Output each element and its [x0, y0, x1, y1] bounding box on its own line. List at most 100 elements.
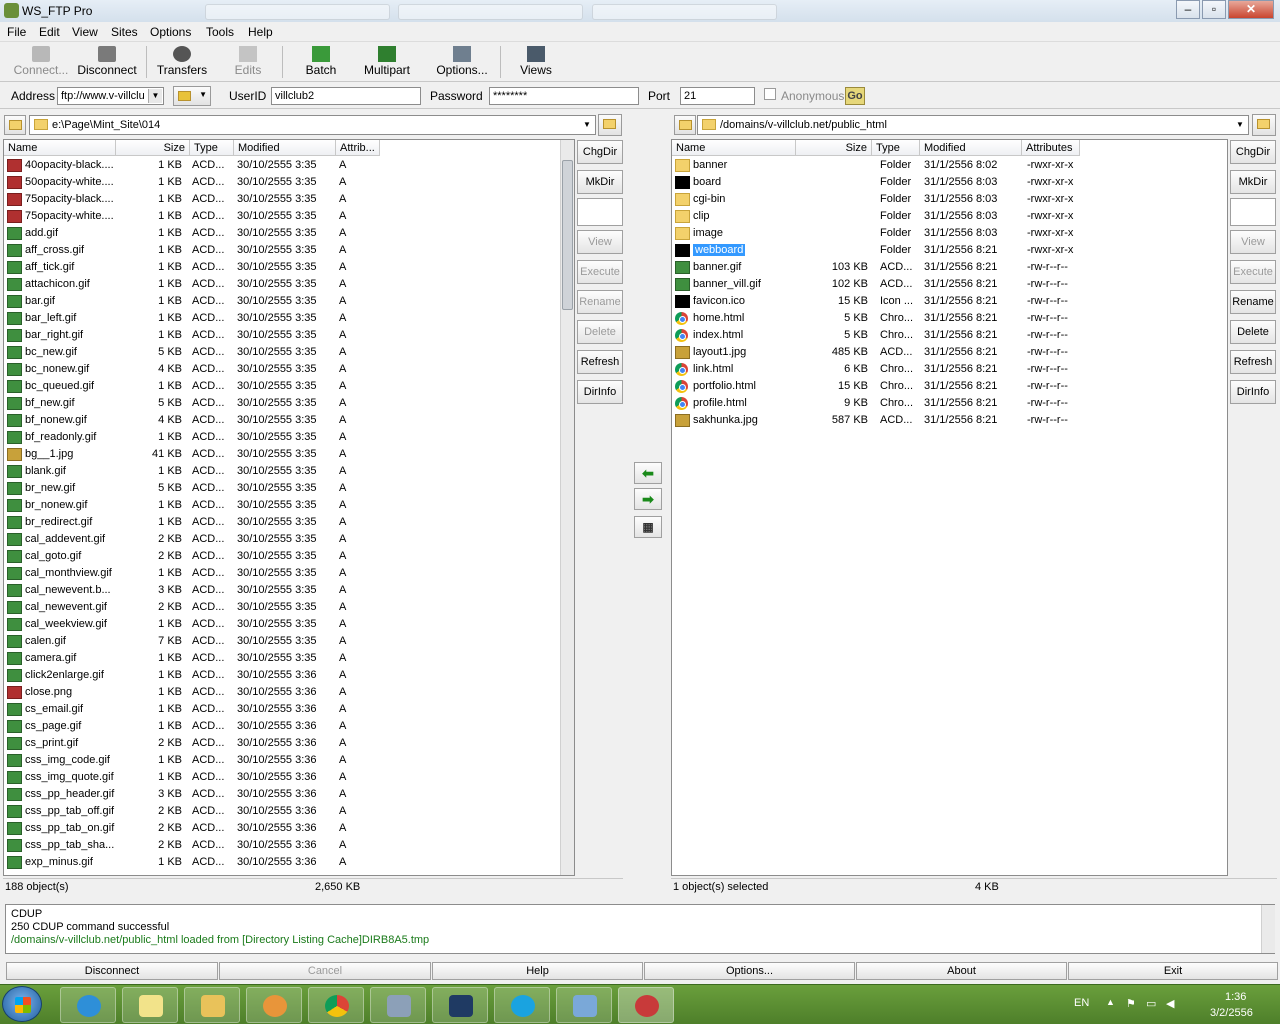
table-row[interactable]: cs_page.gif 1 KB ACD... 30/10/2555 3:36 A [4, 718, 559, 735]
tray-expand-icon[interactable]: ▲ [1106, 997, 1115, 1007]
local-chgdir-button[interactable]: ChgDir [577, 140, 623, 164]
menu-options[interactable]: Options [150, 25, 191, 39]
remote-up-folder-button[interactable] [674, 115, 696, 135]
disconnect-bottom-button[interactable]: Disconnect [6, 962, 218, 980]
table-row[interactable]: image Folder 31/1/2556 8:03 -rwxr-xr-x [672, 225, 1227, 242]
local-mkdir-button[interactable]: MkDir [577, 170, 623, 194]
password-field[interactable]: ******** [489, 87, 639, 105]
remote-col-name[interactable]: Name [672, 140, 796, 156]
transfer-to-remote-button[interactable]: ➡ [634, 488, 662, 510]
table-row[interactable]: board Folder 31/1/2556 8:03 -rwxr-xr-x [672, 174, 1227, 191]
table-row[interactable]: br_redirect.gif 1 KB ACD... 30/10/2555 3:35… [4, 514, 559, 531]
table-row[interactable]: favicon.ico 15 KB Icon ... 31/1/2556 8:21 -r… [672, 293, 1227, 310]
remote-refresh-button[interactable]: Refresh [1230, 350, 1276, 374]
table-row[interactable]: css_img_code.gif 1 KB ACD... 30/10/2555 3:3… [4, 752, 559, 769]
taskbar-photoshop[interactable] [432, 987, 488, 1023]
table-row[interactable]: portfolio.html 15 KB Chro... 31/1/2556 8:21… [672, 378, 1227, 395]
table-row[interactable]: click2enlarge.gif 1 KB ACD... 30/10/2555 3:… [4, 667, 559, 684]
table-row[interactable]: layout1.jpg 485 KB ACD... 31/1/2556 8:21 -rw… [672, 344, 1227, 361]
menu-sites[interactable]: Sites [111, 25, 138, 39]
remote-mkdir-button[interactable]: MkDir [1230, 170, 1276, 194]
taskbar-media-player[interactable] [246, 987, 302, 1023]
table-row[interactable]: cal_newevent.gif 2 KB ACD... 30/10/2555 3:3… [4, 599, 559, 616]
taskbar-skype[interactable] [494, 987, 550, 1023]
table-row[interactable]: blank.gif 1 KB ACD... 30/10/2555 3:35 A [4, 463, 559, 480]
table-row[interactable]: cs_print.gif 2 KB ACD... 30/10/2555 3:36 A [4, 735, 559, 752]
menu-view[interactable]: View [72, 25, 98, 39]
table-row[interactable]: bf_new.gif 5 KB ACD... 30/10/2555 3:35 A [4, 395, 559, 412]
table-row[interactable]: 50opacity-white.... 1 KB ACD... 30/10/2555 … [4, 174, 559, 191]
taskbar-wsftp[interactable] [618, 987, 674, 1023]
table-row[interactable]: cal_monthview.gif 1 KB ACD... 30/10/2555 3:… [4, 565, 559, 582]
local-delete-button[interactable]: Delete [577, 320, 623, 344]
local-scrollbar[interactable] [560, 140, 574, 875]
menu-edit[interactable]: Edit [39, 25, 60, 39]
chevron-down-icon[interactable]: ▼ [148, 89, 162, 103]
local-browse-button[interactable] [598, 114, 622, 136]
remote-col-size[interactable]: Size [796, 140, 872, 156]
local-rename-button[interactable]: Rename [577, 290, 623, 314]
local-col-size[interactable]: Size [116, 140, 190, 156]
table-row[interactable]: banner Folder 31/1/2556 8:02 -rwxr-xr-x [672, 157, 1227, 174]
table-row[interactable]: cs_email.gif 1 KB ACD... 30/10/2555 3:36 A [4, 701, 559, 718]
table-row[interactable]: sakhunka.jpg 587 KB ACD... 31/1/2556 8:21 -r… [672, 412, 1227, 429]
remote-col-type[interactable]: Type [872, 140, 920, 156]
table-row[interactable]: 40opacity-black.... 1 KB ACD... 30/10/2555 … [4, 157, 559, 174]
network-icon[interactable]: ▭ [1146, 997, 1156, 1010]
table-row[interactable]: link.html 6 KB Chro... 31/1/2556 8:21 -rw-r-… [672, 361, 1227, 378]
local-col-attrib[interactable]: Attrib... [336, 140, 380, 156]
transfer-to-local-button[interactable]: ⬅ [634, 462, 662, 484]
log-scrollbar[interactable] [1261, 905, 1275, 953]
maximize-button[interactable]: ▫ [1202, 0, 1226, 19]
local-execute-button[interactable]: Execute [577, 260, 623, 284]
table-row[interactable]: bar.gif 1 KB ACD... 30/10/2555 3:35 A [4, 293, 559, 310]
table-row[interactable]: home.html 5 KB Chro... 31/1/2556 8:21 -rw-r-… [672, 310, 1227, 327]
minimize-button[interactable]: – [1176, 0, 1200, 19]
table-row[interactable]: aff_tick.gif 1 KB ACD... 30/10/2555 3:35 A [4, 259, 559, 276]
table-row[interactable]: cal_addevent.gif 2 KB ACD... 30/10/2555 3:3… [4, 531, 559, 548]
table-row[interactable]: profile.html 9 KB Chro... 31/1/2556 8:21 -rw… [672, 395, 1227, 412]
remote-path-combo[interactable]: /domains/v-villclub.net/public_html ▼ [697, 115, 1249, 135]
table-row[interactable]: bc_queued.gif 1 KB ACD... 30/10/2555 3:35 A [4, 378, 559, 395]
menu-file[interactable]: File [7, 25, 26, 39]
flag-icon[interactable]: ⚑ [1126, 997, 1136, 1010]
table-row[interactable]: aff_cross.gif 1 KB ACD... 30/10/2555 3:35 A [4, 242, 559, 259]
options-button[interactable]: Options... [434, 44, 490, 80]
table-row[interactable]: webboard Folder 31/1/2556 8:21 -rwxr-xr-x [672, 242, 1227, 259]
start-button[interactable] [2, 986, 42, 1022]
table-row[interactable]: bar_left.gif 1 KB ACD... 30/10/2555 3:35 A [4, 310, 559, 327]
exit-button[interactable]: Exit [1068, 962, 1278, 980]
help-button[interactable]: Help [432, 962, 643, 980]
table-row[interactable]: camera.gif 1 KB ACD... 30/10/2555 3:35 A [4, 650, 559, 667]
volume-icon[interactable]: ◀ [1166, 997, 1174, 1010]
table-row[interactable]: banner.gif 103 KB ACD... 31/1/2556 8:21 -rw-… [672, 259, 1227, 276]
table-row[interactable]: exp_minus.gif 1 KB ACD... 30/10/2555 3:36 A [4, 854, 559, 871]
taskbar-users[interactable] [556, 987, 612, 1023]
address-combo[interactable]: ftp://www.v-villclu ▼ [57, 87, 164, 105]
table-row[interactable]: add.gif 1 KB ACD... 30/10/2555 3:35 A [4, 225, 559, 242]
local-path-combo[interactable]: e:\Page\Mint_Site\014 ▼ [29, 115, 596, 135]
local-col-name[interactable]: Name [4, 140, 116, 156]
cancel-button[interactable]: Cancel [219, 962, 431, 980]
menu-help[interactable]: Help [248, 25, 273, 39]
remote-filter-input[interactable] [1230, 198, 1276, 226]
table-row[interactable]: css_pp_tab_off.gif 2 KB ACD... 30/10/2555 3… [4, 803, 559, 820]
table-row[interactable]: css_pp_header.gif 3 KB ACD... 30/10/2555 3:… [4, 786, 559, 803]
clock-date[interactable]: 3/2/2556 [1210, 1007, 1253, 1019]
table-row[interactable]: 75opacity-white.... 1 KB ACD... 30/10/2555 … [4, 208, 559, 225]
table-row[interactable]: cgi-bin Folder 31/1/2556 8:03 -rwxr-xr-x [672, 191, 1227, 208]
local-refresh-button[interactable]: Refresh [577, 350, 623, 374]
remote-chgdir-button[interactable]: ChgDir [1230, 140, 1276, 164]
multipart-button[interactable]: Multipart [360, 44, 414, 80]
local-col-modified[interactable]: Modified [234, 140, 336, 156]
local-dirinfo-button[interactable]: DirInfo [577, 380, 623, 404]
transfers-button[interactable]: Transfers [154, 44, 210, 80]
remote-dirinfo-button[interactable]: DirInfo [1230, 380, 1276, 404]
remote-col-modified[interactable]: Modified [920, 140, 1022, 156]
menu-tools[interactable]: Tools [206, 25, 234, 39]
table-row[interactable]: banner_vill.gif 102 KB ACD... 31/1/2556 8:2… [672, 276, 1227, 293]
remote-col-attributes[interactable]: Attributes [1022, 140, 1080, 156]
table-row[interactable]: cal_weekview.gif 1 KB ACD... 30/10/2555 3:3… [4, 616, 559, 633]
table-row[interactable]: bar_right.gif 1 KB ACD... 30/10/2555 3:35 A [4, 327, 559, 344]
remote-browse-button[interactable] [1252, 114, 1276, 136]
